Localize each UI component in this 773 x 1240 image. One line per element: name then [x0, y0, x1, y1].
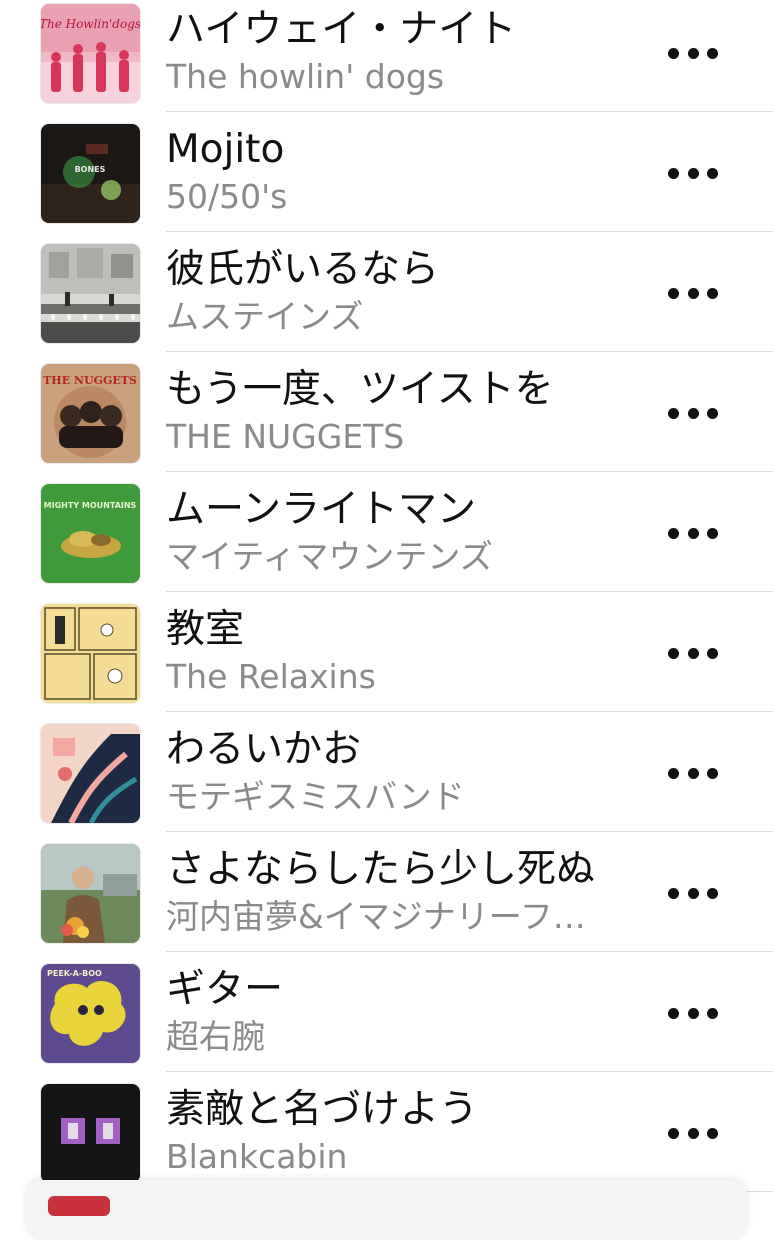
song-artist: THE NUGGETS	[166, 417, 405, 456]
song-row[interactable]: 素敵と名づけよう Blankcabin	[0, 1072, 773, 1192]
song-artist: The howlin' dogs	[166, 57, 445, 96]
song-title: Mojito	[166, 127, 285, 172]
song-title: もう一度、ツイストを	[166, 367, 554, 412]
album-art: The Howlin'dogs	[41, 4, 140, 103]
album-art: BONES	[41, 124, 140, 223]
ellipsis-icon[interactable]	[668, 398, 718, 428]
ellipsis-icon[interactable]	[668, 758, 718, 788]
album-art	[41, 844, 140, 943]
song-artist: 50/50's	[166, 177, 288, 216]
album-art-text: MIGHTY MOUNTAINS	[44, 501, 137, 510]
ellipsis-icon[interactable]	[668, 998, 718, 1028]
song-title: 教室	[166, 607, 245, 652]
song-row[interactable]: MIGHTY MOUNTAINS ムーンライトマン マイティマウンテンズ	[0, 472, 773, 592]
ellipsis-icon[interactable]	[668, 158, 718, 188]
song-title: 彼氏がいるなら	[166, 247, 440, 292]
song-artist: マイティマウンテンズ	[166, 537, 493, 576]
album-art-text: PEEK-A-BOO	[47, 969, 102, 978]
album-art-image: PEEK-A-BOO	[41, 964, 140, 1063]
ellipsis-icon[interactable]	[668, 878, 718, 908]
album-art-text: BONES	[75, 165, 106, 174]
song-row[interactable]: BONES Mojito 50/50's	[0, 112, 773, 232]
album-art-image: THE NUGGETS	[41, 364, 140, 463]
album-art: PEEK-A-BOO	[41, 964, 140, 1063]
ellipsis-icon[interactable]	[668, 638, 718, 668]
album-art-image	[41, 244, 140, 343]
ellipsis-icon[interactable]	[668, 38, 718, 68]
song-row[interactable]: さよならしたら少し死ぬ 河内宙夢&イマジナリーフ…	[0, 832, 773, 952]
song-artist: 超右腕	[166, 1017, 265, 1056]
ellipsis-icon[interactable]	[668, 518, 718, 548]
album-art-text: THE NUGGETS	[43, 374, 137, 387]
song-artist: モテギスミスバンド	[166, 777, 465, 816]
song-row[interactable]: The Howlin'dogs ハイウェイ・ナイト The howlin' do…	[0, 0, 773, 112]
song-title: ギター	[166, 967, 284, 1012]
album-art: MIGHTY MOUNTAINS	[41, 484, 140, 583]
album-art-image: The Howlin'dogs	[41, 4, 140, 103]
album-art-text: The Howlin'dogs	[41, 17, 140, 31]
song-title: 素敵と名づけよう	[166, 1087, 479, 1132]
album-art: THE NUGGETS	[41, 364, 140, 463]
album-art	[41, 244, 140, 343]
mini-player-artwork	[48, 1196, 110, 1216]
song-title: ハイウェイ・ナイト	[166, 7, 517, 52]
song-title: わるいかお	[166, 727, 362, 772]
mini-player[interactable]	[26, 1180, 747, 1240]
ellipsis-icon[interactable]	[668, 1118, 718, 1148]
song-artist: Blankcabin	[166, 1137, 348, 1176]
song-row[interactable]: わるいかお モテギスミスバンド	[0, 712, 773, 832]
song-row[interactable]: PEEK-A-BOO ギター 超右腕	[0, 952, 773, 1072]
album-art-image	[41, 724, 140, 823]
song-row[interactable]: 彼氏がいるなら ムステインズ	[0, 232, 773, 352]
ellipsis-icon[interactable]	[668, 278, 718, 308]
album-art	[41, 604, 140, 703]
album-art-image	[41, 844, 140, 943]
song-row[interactable]: 教室 The Relaxins	[0, 592, 773, 712]
album-art-image	[41, 1084, 140, 1183]
song-artist: 河内宙夢&イマジナリーフ…	[166, 897, 586, 936]
song-title: さよならしたら少し死ぬ	[166, 847, 596, 892]
song-row[interactable]: THE NUGGETS もう一度、ツイストを THE NUGGETS	[0, 352, 773, 472]
album-art-image	[41, 604, 140, 703]
album-art-image: MIGHTY MOUNTAINS	[41, 484, 140, 583]
song-list: The Howlin'dogs ハイウェイ・ナイト The howlin' do…	[0, 0, 773, 1192]
album-art	[41, 1084, 140, 1183]
song-title: ムーンライトマン	[166, 487, 477, 532]
album-art-image: BONES	[41, 124, 140, 223]
song-artist: The Relaxins	[166, 657, 376, 696]
song-artist: ムステインズ	[166, 297, 364, 336]
album-art	[41, 724, 140, 823]
